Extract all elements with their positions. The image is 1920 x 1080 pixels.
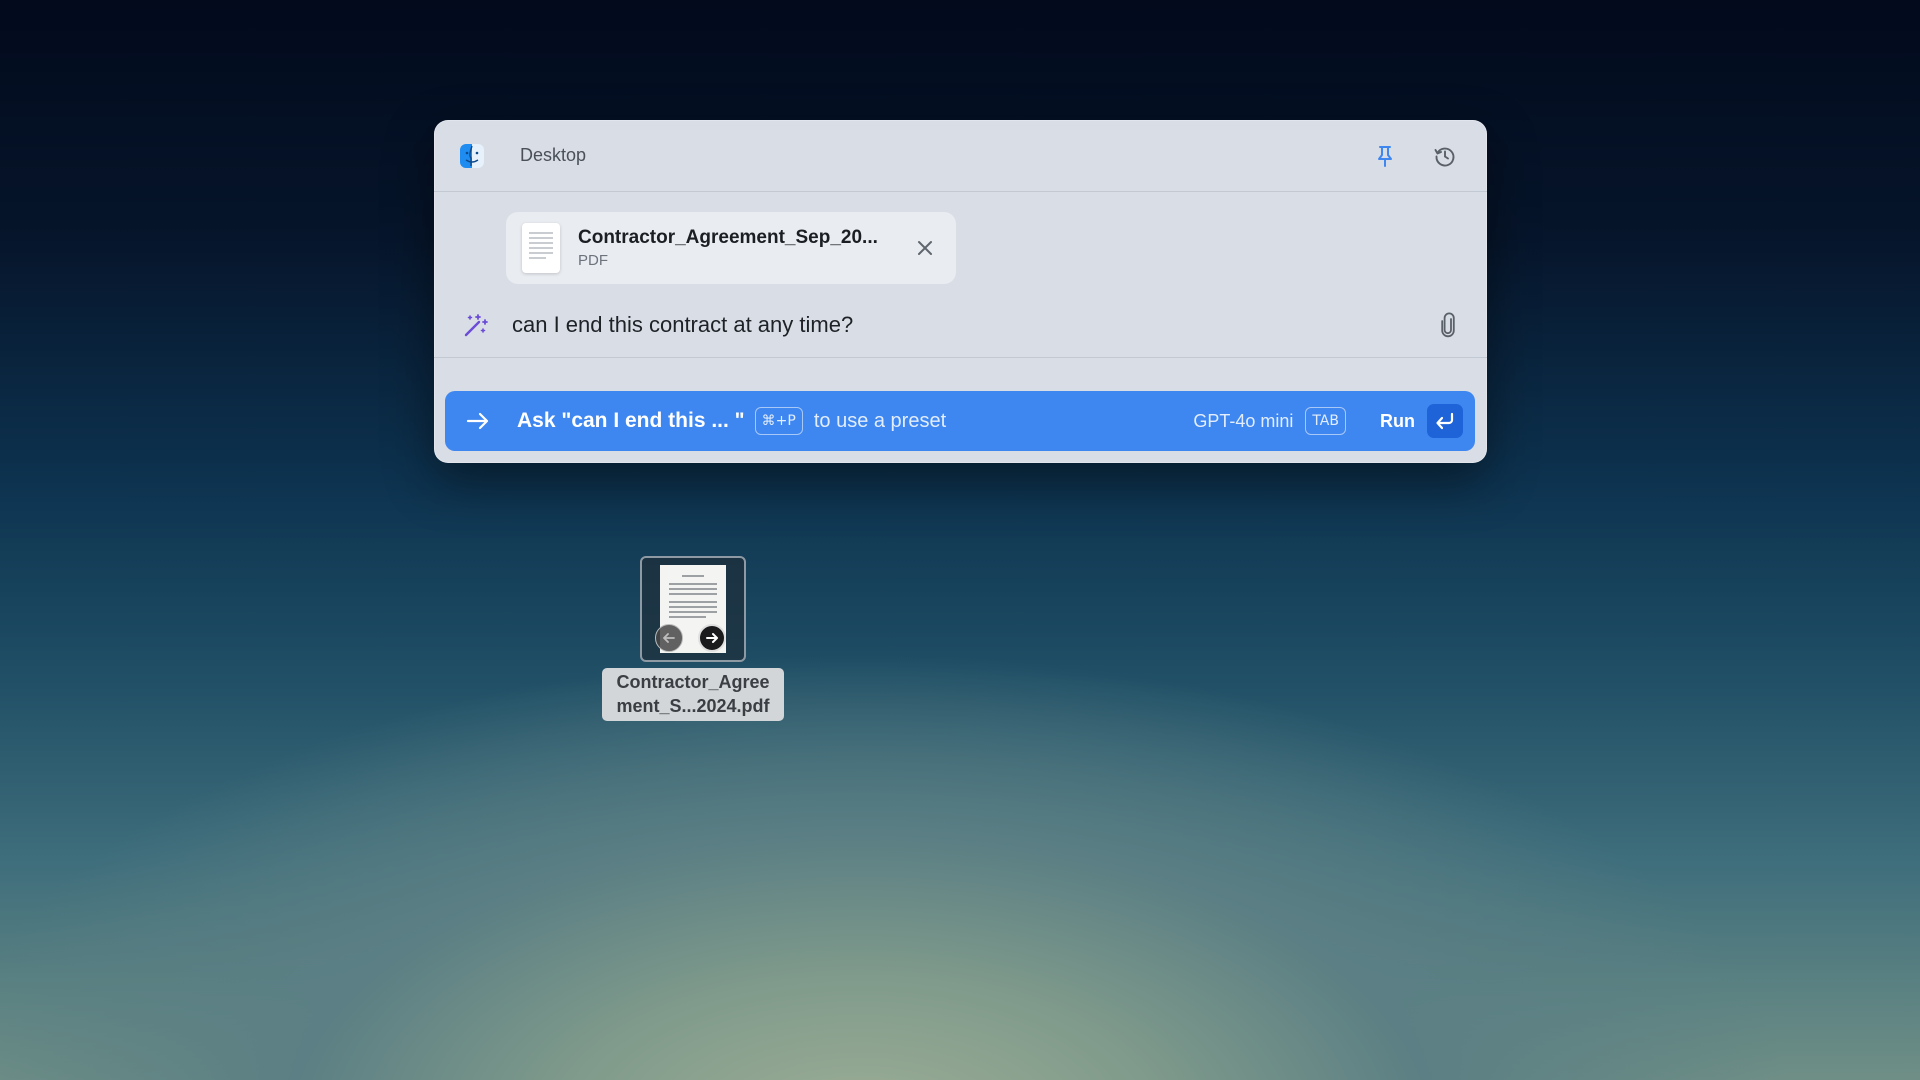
previous-page-button[interactable] (655, 624, 683, 652)
pdf-file-icon (522, 223, 560, 273)
preset-hint: to use a preset (814, 410, 946, 433)
attach-button[interactable] (1435, 312, 1461, 338)
ask-action-bar[interactable]: Ask "can I end this ... " ⌘+P to use a p… (445, 391, 1475, 451)
attachment-name: Contractor_Agreement_Sep_20... (578, 227, 898, 249)
history-icon (1433, 144, 1457, 168)
query-input[interactable] (512, 312, 1435, 338)
pdf-thumbnail (640, 556, 746, 662)
return-key-icon (1434, 411, 1456, 431)
model-selector[interactable]: GPT-4o mini (1193, 411, 1293, 432)
run-label: Run (1380, 411, 1415, 432)
paperclip-icon (1439, 312, 1457, 338)
query-row (434, 292, 1487, 358)
pin-button[interactable] (1369, 140, 1401, 172)
magic-wand-icon (462, 311, 490, 339)
model-shortcut-key: TAB (1305, 407, 1346, 435)
ask-text: Ask "can I end this ... " (517, 409, 745, 433)
desktop-file-label: Contractor_Agree ment_S...2024.pdf (602, 668, 784, 721)
remove-attachment-button[interactable] (912, 235, 938, 261)
pin-icon (1374, 144, 1396, 168)
close-icon (916, 239, 934, 257)
attachment-type: PDF (578, 252, 898, 269)
desktop-file-label-line2: ment_S...2024.pdf (608, 694, 778, 718)
arrow-right-icon (704, 630, 720, 646)
title-bar: Desktop (434, 120, 1487, 192)
next-page-button[interactable] (698, 624, 726, 652)
attachments-area: Contractor_Agreement_Sep_20... PDF (434, 192, 1487, 292)
finder-icon (458, 142, 486, 170)
window-title: Desktop (520, 145, 586, 166)
desktop-file[interactable]: Contractor_Agree ment_S...2024.pdf (602, 556, 784, 721)
arrow-left-icon (661, 630, 677, 646)
preset-shortcut-key: ⌘+P (755, 407, 803, 435)
run-button[interactable] (1427, 404, 1463, 438)
arrow-right-icon (465, 408, 491, 434)
launcher-window: Desktop Contractor_Agreement_Sep_20... P… (434, 120, 1487, 463)
desktop-file-label-line1: Contractor_Agree (608, 670, 778, 694)
history-button[interactable] (1429, 140, 1461, 172)
attachment-chip[interactable]: Contractor_Agreement_Sep_20... PDF (506, 212, 956, 284)
